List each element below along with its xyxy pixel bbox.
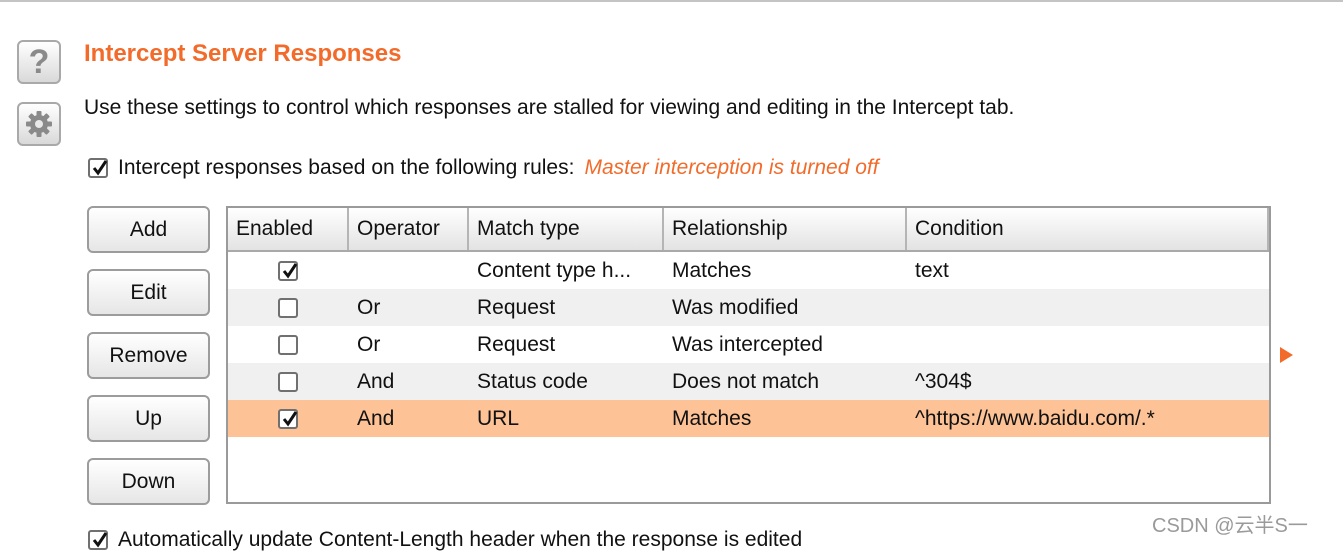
table-row-selected[interactable]: And URL Matches ^https://www.baidu.com/.… <box>228 400 1269 437</box>
expand-arrow-icon[interactable] <box>1280 347 1293 363</box>
section-description: Use these settings to control which resp… <box>84 96 1015 119</box>
row-match-type: Request <box>477 295 556 319</box>
row-condition <box>907 326 1269 363</box>
settings-button[interactable] <box>17 102 61 146</box>
row-condition: ^304$ <box>915 369 972 393</box>
add-button[interactable]: Add <box>87 206 210 253</box>
row-condition: ^https://www.baidu.com/.* <box>915 406 1155 430</box>
table-row[interactable]: And Status code Does not match ^304$ <box>228 363 1269 400</box>
auto-update-option: Automatically update Content-Length head… <box>88 528 802 552</box>
gear-icon <box>26 111 52 137</box>
row-enabled-checkbox[interactable] <box>278 371 298 392</box>
row-operator: Or <box>357 332 381 356</box>
row-enabled-checkbox[interactable] <box>278 297 298 318</box>
row-condition <box>907 289 1269 326</box>
row-operator: Or <box>357 295 381 319</box>
check-icon <box>92 160 108 176</box>
column-header-enabled[interactable]: Enabled <box>228 208 349 250</box>
intercept-rules-option: Intercept responses based on the followi… <box>88 156 879 180</box>
auto-update-label: Automatically update Content-Length head… <box>118 528 803 551</box>
row-relationship: Does not match <box>672 369 820 393</box>
row-match-type: Request <box>477 332 556 356</box>
help-button[interactable]: ? <box>17 40 61 84</box>
row-operator <box>349 252 469 289</box>
table-header: Enabled Operator Match type Relationship… <box>228 208 1269 252</box>
top-divider <box>0 0 1343 2</box>
table-row[interactable]: Or Request Was modified <box>228 289 1269 326</box>
row-relationship: Matches <box>672 258 752 282</box>
column-header-operator[interactable]: Operator <box>349 208 469 250</box>
up-button[interactable]: Up <box>87 395 210 442</box>
check-icon <box>282 410 298 427</box>
auto-update-checkbox[interactable] <box>88 530 108 550</box>
table-row[interactable]: Content type h... Matches text <box>228 252 1269 289</box>
table-row[interactable]: Or Request Was intercepted <box>228 326 1269 363</box>
row-enabled-checkbox[interactable] <box>278 408 298 429</box>
down-button[interactable]: Down <box>87 458 210 505</box>
row-relationship: Was intercepted <box>672 332 823 356</box>
intercept-rules-checkbox[interactable] <box>88 158 108 178</box>
edit-button[interactable]: Edit <box>87 269 210 316</box>
section-title: Intercept Server Responses <box>84 40 402 67</box>
check-icon <box>282 262 298 279</box>
row-operator: And <box>357 369 395 393</box>
master-interception-note: Master interception is turned off <box>584 156 879 179</box>
remove-button[interactable]: Remove <box>87 332 210 379</box>
row-condition: text <box>915 258 949 282</box>
row-enabled-checkbox[interactable] <box>278 334 298 355</box>
row-relationship: Was modified <box>672 295 799 319</box>
row-relationship: Matches <box>672 406 752 430</box>
row-enabled-checkbox[interactable] <box>278 260 298 281</box>
rules-table: Enabled Operator Match type Relationship… <box>226 206 1271 504</box>
row-match-type: URL <box>477 406 520 430</box>
row-operator: And <box>357 406 395 430</box>
row-match-type: Status code <box>477 369 588 393</box>
row-match-type: Content type h... <box>477 258 632 282</box>
check-icon <box>92 532 108 548</box>
watermark: CSDN @云半S一 <box>1152 515 1308 537</box>
help-icon: ? <box>28 43 50 81</box>
intercept-rules-label: Intercept responses based on the followi… <box>118 156 575 179</box>
column-header-match-type[interactable]: Match type <box>469 208 664 250</box>
column-header-relationship[interactable]: Relationship <box>664 208 907 250</box>
column-header-condition[interactable]: Condition <box>907 208 1269 250</box>
